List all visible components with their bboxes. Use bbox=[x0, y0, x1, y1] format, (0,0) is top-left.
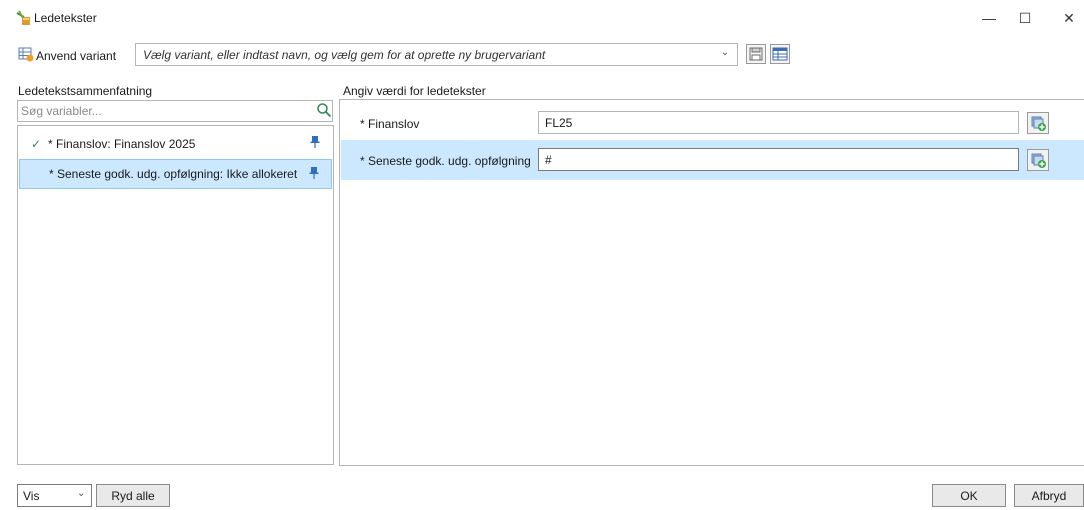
checkmark-icon: ✓ bbox=[31, 137, 42, 151]
variable-search-input[interactable] bbox=[19, 102, 313, 120]
title-bar bbox=[0, 0, 1084, 36]
save-variant-button[interactable] bbox=[746, 44, 766, 64]
prompt-label: * Seneste godk. udg. opfølgning bbox=[360, 154, 531, 168]
ok-button[interactable]: OK bbox=[932, 484, 1006, 507]
prompt-summary-header: Ledetekstsammenfatning bbox=[18, 84, 153, 98]
search-icon[interactable] bbox=[316, 102, 332, 118]
value-help-button[interactable] bbox=[1027, 112, 1049, 134]
table-icon bbox=[772, 47, 788, 61]
finanslov-input[interactable] bbox=[538, 111, 1019, 134]
list-item-seneste-opfoelgning[interactable]: * Seneste godk. udg. opfølgning: Ikke al… bbox=[19, 159, 332, 189]
value-help-icon bbox=[1031, 116, 1046, 131]
seneste-opfoelgning-input[interactable] bbox=[538, 148, 1019, 171]
close-button[interactable]: ✕ bbox=[1046, 6, 1084, 30]
prompt-row-finanslov: * Finanslov bbox=[341, 103, 1084, 143]
list-item-finanslov[interactable]: ✓ * Finanslov: Finanslov 2025 bbox=[19, 129, 332, 159]
variant-combobox[interactable]: Vælg variant, eller indtast navn, og væl… bbox=[135, 43, 738, 66]
chevron-down-icon[interactable]: ⌄ bbox=[77, 488, 89, 499]
save-icon bbox=[749, 47, 763, 61]
maximize-button[interactable]: ☐ bbox=[1002, 6, 1048, 30]
clear-all-button[interactable]: Ryd alle bbox=[96, 484, 170, 507]
chevron-down-icon[interactable]: ⌄ bbox=[718, 47, 732, 61]
list-item-label: * Seneste godk. udg. opfølgning: Ikke al… bbox=[49, 167, 298, 181]
apply-variant-label: Anvend variant bbox=[36, 49, 117, 63]
window-title: Ledetekster bbox=[34, 11, 97, 25]
variable-search-box bbox=[17, 100, 333, 122]
value-help-icon bbox=[1031, 153, 1046, 168]
prompt-label: * Finanslov bbox=[360, 117, 420, 131]
minimize-icon: — bbox=[982, 10, 996, 26]
pin-icon[interactable] bbox=[309, 166, 319, 180]
manage-variants-button[interactable] bbox=[770, 44, 790, 64]
prompt-values-panel: * Finanslov * Seneste godk. udg. opfølgn… bbox=[339, 99, 1084, 466]
value-help-button[interactable] bbox=[1027, 149, 1049, 171]
cancel-button[interactable]: Afbryd bbox=[1014, 484, 1084, 507]
prompt-values-header: Angiv værdi for ledetekster bbox=[343, 84, 486, 98]
pin-icon[interactable] bbox=[310, 135, 320, 149]
list-item-label: * Finanslov: Finanslov 2025 bbox=[48, 137, 196, 151]
maximize-icon: ☐ bbox=[1018, 9, 1032, 26]
ledetekster-app-icon bbox=[16, 10, 30, 25]
prompt-summary-list: ✓ * Finanslov: Finanslov 2025 * Seneste … bbox=[17, 125, 334, 465]
apply-variant-icon bbox=[18, 47, 34, 62]
prompt-row-seneste-opfoelgning: * Seneste godk. udg. opfølgning bbox=[341, 140, 1084, 180]
close-icon: ✕ bbox=[1063, 9, 1075, 26]
